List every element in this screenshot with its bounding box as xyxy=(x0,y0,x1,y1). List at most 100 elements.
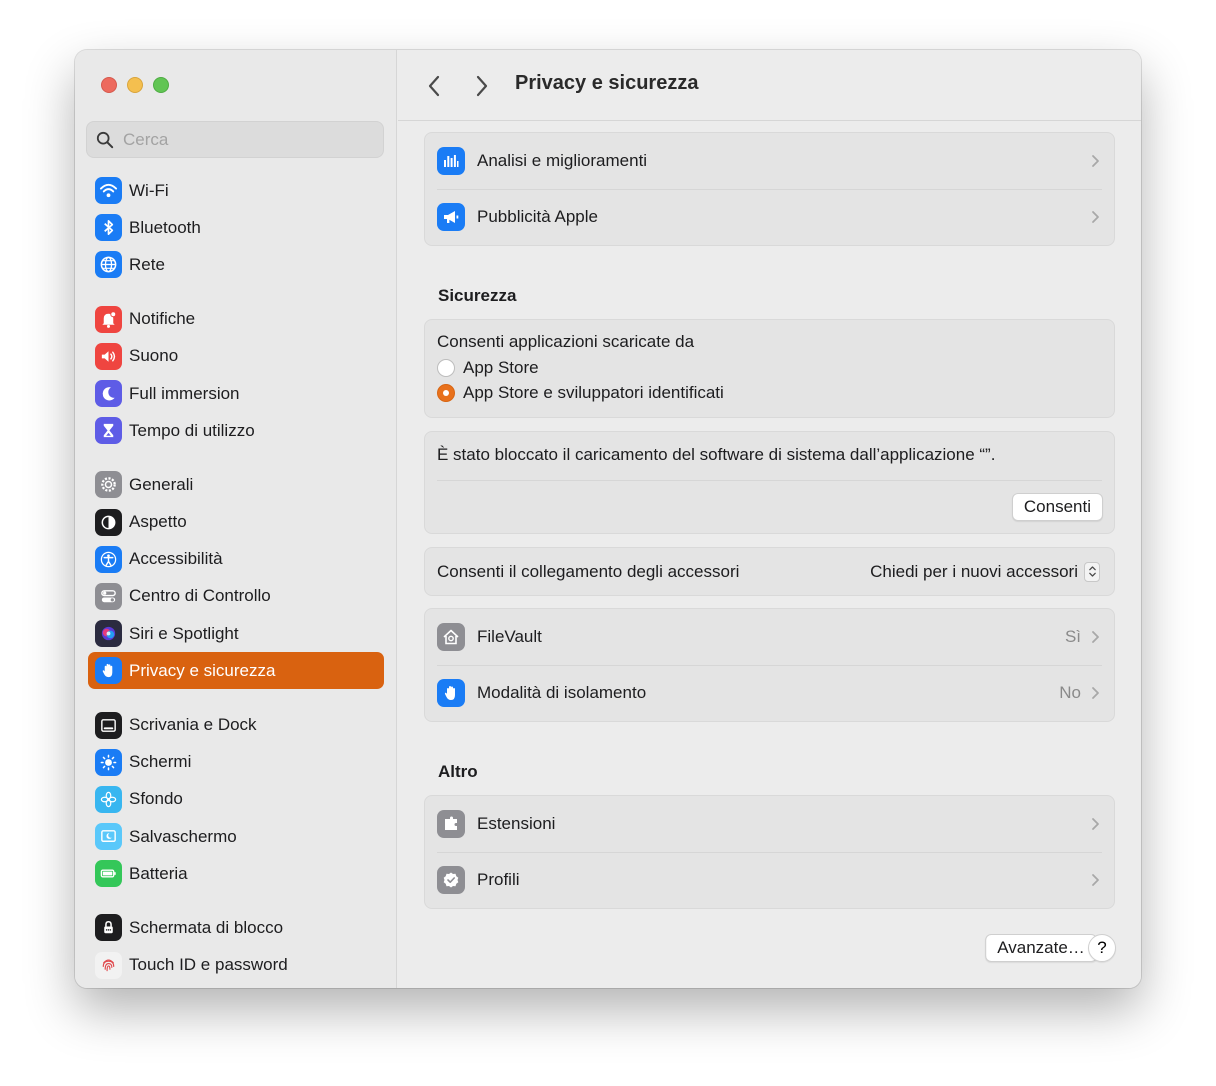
sidebar-item-focus[interactable]: Full immersion xyxy=(88,375,384,412)
checkmark-seal-icon xyxy=(437,866,465,894)
minimize-window-button[interactable] xyxy=(127,77,143,93)
apple-ads-row[interactable]: Pubblicità Apple xyxy=(425,189,1114,245)
radio-button-selected[interactable] xyxy=(437,384,455,402)
filevault-value: Sì xyxy=(1064,627,1081,646)
sidebar-item-label: Aspetto xyxy=(129,512,187,532)
bluetooth-icon xyxy=(95,214,122,242)
lockdown-mode-label: Modalità di isolamento xyxy=(477,683,647,702)
sidebar-item-displays[interactable]: Schermi xyxy=(88,744,384,781)
divider xyxy=(437,480,1102,481)
sidebar-item-accessibility[interactable]: Accessibilità xyxy=(88,541,384,578)
forward-button[interactable] xyxy=(468,72,496,100)
toolbar: Privacy e sicurezza xyxy=(398,50,1141,121)
sidebar-item-notifications[interactable]: Notifiche xyxy=(88,301,384,338)
blocked-software-card: È stato bloccato il caricamento del soft… xyxy=(424,431,1115,534)
sidebar-item-screen-time[interactable]: Tempo di utilizzo xyxy=(88,412,384,449)
hand-icon xyxy=(437,679,465,707)
accessories-popup[interactable]: Chiedi per i nuovi accessori xyxy=(870,561,1100,582)
sidebar-item-wallpaper[interactable]: Sfondo xyxy=(88,781,384,818)
back-button[interactable] xyxy=(420,72,448,100)
apple-ads-label: Pubblicità Apple xyxy=(477,207,598,226)
accessories-value: Chiedi per i nuovi accessori xyxy=(870,561,1078,581)
zoom-window-button[interactable] xyxy=(153,77,169,93)
help-button[interactable]: ? xyxy=(1088,934,1116,962)
chart-icon xyxy=(437,147,465,175)
sidebar-item-label: Batteria xyxy=(129,863,188,883)
screensaver-icon xyxy=(95,823,122,851)
close-window-button[interactable] xyxy=(101,77,117,93)
chevron-right-icon xyxy=(1092,155,1099,167)
sidebar-item-lock-screen[interactable]: Schermata di blocco xyxy=(88,909,384,946)
analytics-row[interactable]: Analisi e miglioramenti xyxy=(425,133,1114,189)
search-field[interactable] xyxy=(86,121,384,158)
settings-window: Wi-Fi Bluetooth Rete Notifiche xyxy=(75,50,1141,988)
security-section-title: Sicurezza xyxy=(438,286,517,305)
chevron-right-icon xyxy=(1092,818,1099,830)
accessories-card: Consenti il collegamento degli accessori… xyxy=(424,547,1115,596)
accessories-label: Consenti il collegamento degli accessori xyxy=(437,561,740,581)
radio-app-store[interactable]: App Store xyxy=(437,358,1102,378)
lockdown-mode-value: No xyxy=(1059,683,1081,702)
other-card: Estensioni Profili xyxy=(424,795,1115,909)
blocked-message: È stato bloccato il caricamento del soft… xyxy=(437,445,996,464)
puzzle-icon xyxy=(437,810,465,838)
sidebar-item-privacy-security[interactable]: Privacy e sicurezza xyxy=(88,652,384,690)
analytics-label: Analisi e miglioramenti xyxy=(477,151,648,170)
sidebar-item-label: Sfondo xyxy=(129,789,183,809)
wifi-icon xyxy=(95,177,122,205)
hourglass-icon xyxy=(95,417,122,445)
sidebar-item-wifi[interactable]: Wi-Fi xyxy=(88,172,384,209)
sidebar-item-label: Accessibilità xyxy=(129,549,223,569)
sidebar-item-label: Suono xyxy=(129,346,179,366)
moon-icon xyxy=(95,380,122,408)
fingerprint-icon xyxy=(95,951,122,979)
sidebar-item-label: Generali xyxy=(129,474,194,494)
profiles-row[interactable]: Profili xyxy=(425,852,1114,908)
control-center-icon xyxy=(95,582,122,610)
extensions-row[interactable]: Estensioni xyxy=(425,796,1114,852)
sidebar-item-label: Touch ID e password xyxy=(129,955,288,975)
sidebar-item-bluetooth[interactable]: Bluetooth xyxy=(88,209,384,246)
allow-button[interactable]: Consenti xyxy=(1011,493,1103,521)
sidebar-item-battery[interactable]: Batteria xyxy=(88,855,384,892)
sidebar-item-label: Schermata di blocco xyxy=(129,917,284,937)
filevault-row[interactable]: FileVault Sì xyxy=(425,609,1114,665)
filevault-lockdown-card: FileVault Sì Modalità di isolamento No xyxy=(424,608,1115,722)
sidebar-item-label: Salvaschermo xyxy=(129,826,237,846)
radio-label: App Store xyxy=(463,358,539,377)
appearance-icon xyxy=(95,508,122,536)
dock-icon xyxy=(95,711,122,739)
chevron-right-icon xyxy=(1092,874,1099,886)
sidebar-item-label: Rete xyxy=(129,254,165,274)
lockdown-mode-row[interactable]: Modalità di isolamento No xyxy=(425,665,1114,721)
sidebar-item-appearance[interactable]: Aspetto xyxy=(88,504,384,541)
sidebar-item-label: Privacy e sicurezza xyxy=(129,660,276,680)
sidebar-item-siri[interactable]: Siri e Spotlight xyxy=(88,615,384,652)
sidebar-item-desktop-dock[interactable]: Scrivania e Dock xyxy=(88,706,384,743)
sidebar-item-general[interactable]: Generali xyxy=(88,466,384,503)
sidebar-item-screensaver[interactable]: Salvaschermo xyxy=(88,818,384,855)
sidebar-item-control-center[interactable]: Centro di Controllo xyxy=(88,578,384,615)
globe-icon xyxy=(95,251,122,279)
radio-button[interactable] xyxy=(437,359,455,377)
sidebar-item-label: Scrivania e Dock xyxy=(129,715,257,735)
chevron-right-icon xyxy=(1092,211,1099,223)
sidebar-item-network[interactable]: Rete xyxy=(88,246,384,283)
window-controls xyxy=(101,77,169,93)
search-input[interactable] xyxy=(123,129,363,150)
bell-icon xyxy=(95,305,122,333)
radio-identified-developers[interactable]: App Store e sviluppatori identificati xyxy=(437,383,1102,403)
advanced-button[interactable]: Avanzate… xyxy=(985,934,1097,962)
sidebar-item-touch-id[interactable]: Touch ID e password xyxy=(88,947,384,984)
extensions-label: Estensioni xyxy=(477,814,556,833)
speaker-icon xyxy=(95,342,122,370)
flower-icon xyxy=(95,785,122,813)
sun-icon xyxy=(95,748,122,776)
sidebar-list: Wi-Fi Bluetooth Rete Notifiche Suono Ful… xyxy=(88,172,384,984)
chevron-left-icon xyxy=(428,75,440,97)
allow-apps-card: Consenti applicazioni scaricate da App S… xyxy=(424,319,1115,418)
sidebar-item-sound[interactable]: Suono xyxy=(88,338,384,375)
house-lock-icon xyxy=(437,623,465,651)
filevault-label: FileVault xyxy=(477,627,542,646)
sidebar-item-label: Siri e Spotlight xyxy=(129,623,239,643)
